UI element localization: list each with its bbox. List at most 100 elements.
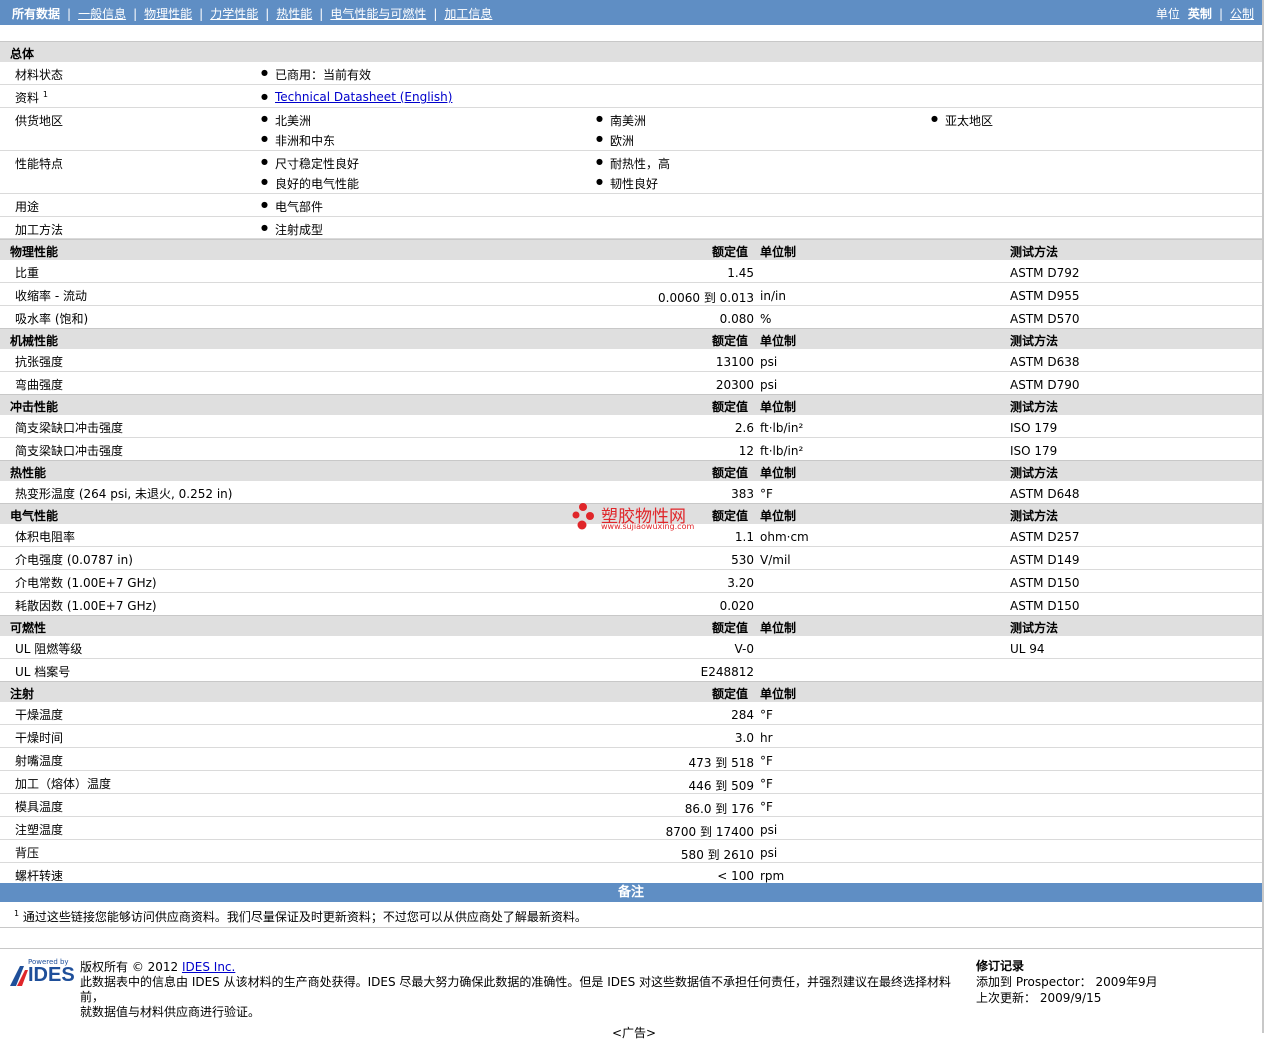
status-value: 已商用：当前有效: [261, 66, 371, 83]
header-value: 额定值: [712, 621, 749, 635]
top-nav-bar: 所有数据 | 一般信息 | 物理性能 | 力学性能 | 热性能 | 电气性能与可燃性 | 加工信息 单位…: [0, 0, 1262, 25]
feature-item: 良好的电气性能: [261, 175, 359, 192]
property-method: ASTM D638: [1010, 355, 1080, 369]
row-features: 性能特点 尺寸稳定性良好 耐热性，高 良好的电气性能 韧性良好: [0, 151, 1262, 194]
header-unit: 单位制: [760, 687, 797, 701]
section-title: 总体: [10, 47, 35, 61]
section-nav: 所有数据 | 一般信息 | 物理性能 | 力学性能 | 热性能 | 电气性能与可燃性 | 加工信息: [12, 7, 493, 21]
property-row: 简支梁缺口冲击强度 2.6 ft·lb/in² ISO 179: [0, 415, 1262, 438]
section-title: 注射: [10, 687, 35, 701]
property-label: 螺杆转速: [15, 869, 64, 883]
ides-logo: Powered by IDES: [8, 958, 75, 988]
property-value: 0.080: [719, 312, 754, 326]
use-item: 电气部件: [261, 198, 323, 215]
header-value: 额定值: [712, 245, 749, 259]
header-method: 测试方法: [1010, 245, 1059, 259]
property-method: ASTM D792: [1010, 266, 1080, 280]
nav-physical[interactable]: 物理性能: [144, 7, 192, 21]
property-value: 20300: [715, 378, 754, 392]
feature-item: 耐热性，高: [596, 155, 670, 172]
property-label: 抗张强度: [15, 355, 64, 369]
nav-all-data[interactable]: 所有数据: [12, 7, 60, 21]
nav-electrical[interactable]: 电气性能与可燃性: [330, 7, 426, 21]
disclaimer-line: 此数据表中的信息由 IDES 从该材料的生产商处获得。IDES 尽最大努力确保此…: [80, 975, 952, 1004]
revision-added: 添加到 Prospector： 2009年9月: [976, 975, 1158, 989]
header-method: 测试方法: [1010, 466, 1059, 480]
section-header-injection: 注射 额定值 单位制: [0, 681, 1262, 702]
source-item: Technical Datasheet (English): [261, 90, 452, 104]
row-label: 性能特点: [15, 157, 64, 171]
property-label: 干燥温度: [15, 708, 64, 722]
property-label: 加工（熔体）温度: [15, 777, 112, 791]
watermark: 塑胶物性网 www.sujiaowuxing.com: [571, 502, 701, 534]
row-supply-region: 供货地区 北美洲 南美洲 亚太地区 非洲和中东 欧洲: [0, 108, 1262, 151]
property-unit: ft·lb/in²: [760, 444, 804, 458]
revision-title: 修订记录: [976, 959, 1025, 973]
property-label: 弯曲强度: [15, 378, 64, 392]
property-value: 446 到 509: [688, 779, 754, 793]
property-row: 模具温度 86.0 到 176 °F: [0, 794, 1262, 817]
header-unit: 单位制: [760, 245, 797, 259]
section-title: 可燃性: [10, 621, 47, 635]
header-unit: 单位制: [760, 400, 797, 414]
property-method: ISO 179: [1010, 421, 1058, 435]
property-method: ASTM D150: [1010, 599, 1080, 613]
property-row: 比重 1.45 ASTM D792: [0, 260, 1262, 283]
property-row: 射嘴温度 473 到 518 °F: [0, 748, 1262, 771]
property-value: 530: [731, 553, 754, 567]
nav-mechanical[interactable]: 力学性能: [210, 7, 258, 21]
section-header-thermal: 热性能 额定值 单位制 测试方法: [0, 460, 1262, 481]
feature-item: 韧性良好: [596, 175, 658, 192]
nav-general-info[interactable]: 一般信息: [78, 7, 126, 21]
property-value: E248812: [700, 665, 754, 679]
property-value: 1.1: [734, 530, 754, 544]
footnote: 1 通过这些链接您能够访问供应商资料。我们尽量保证及时更新资料；不过您可以从供应…: [14, 909, 587, 924]
notes-header: 备注: [0, 883, 1262, 902]
property-label: 热变形温度 (264 psi, 未退火, 0.252 in): [15, 487, 233, 501]
header-value: 额定值: [712, 466, 749, 480]
units-label: 单位: [1155, 7, 1180, 21]
header-unit: 单位制: [760, 621, 797, 635]
property-row: 简支梁缺口冲击强度 12 ft·lb/in² ISO 179: [0, 438, 1262, 461]
property-row: 抗张强度 13100 psi ASTM D638: [0, 349, 1262, 372]
section-header-general: 总体: [0, 41, 1262, 62]
section-title: 机械性能: [10, 334, 59, 348]
property-label: 比重: [15, 266, 40, 280]
property-unit: psi: [760, 378, 778, 392]
property-label: 模具温度: [15, 800, 64, 814]
property-method: ASTM D570: [1010, 312, 1080, 326]
header-value: 额定值: [712, 334, 749, 348]
property-row: 耗散因数 (1.00E+7 GHz) 0.020 ASTM D150: [0, 593, 1262, 616]
property-unit: °F: [760, 754, 773, 768]
section-header-physical: 物理性能 额定值 单位制 测试方法: [0, 239, 1262, 260]
section-header-mechanical: 机械性能 额定值 单位制 测试方法: [0, 328, 1262, 349]
nav-thermal[interactable]: 热性能: [276, 7, 312, 21]
property-label: 体积电阻率: [15, 530, 76, 544]
header-value: 额定值: [712, 687, 749, 701]
technical-datasheet-link[interactable]: Technical Datasheet (English): [275, 90, 452, 104]
property-value: 473 到 518: [688, 756, 754, 770]
property-value: V-0: [734, 642, 754, 656]
nav-processing[interactable]: 加工信息: [444, 7, 492, 21]
ides-inc-link[interactable]: IDES Inc.: [182, 960, 235, 974]
property-label: 注塑温度: [15, 823, 64, 837]
property-row: 收缩率 - 流动 0.0060 到 0.013 in/in ASTM D955: [0, 283, 1262, 306]
property-unit: ohm·cm: [760, 530, 809, 544]
property-value: 383: [731, 487, 754, 501]
revision-updated: 上次更新： 2009/9/15: [976, 991, 1102, 1005]
row-label: 加工方法: [15, 223, 64, 237]
property-unit: °F: [760, 487, 773, 501]
property-unit: °F: [760, 800, 773, 814]
property-label: 吸水率 (饱和): [15, 312, 89, 326]
property-value: 0.0060 到 0.013: [658, 291, 754, 305]
unit-metric[interactable]: 公制: [1230, 7, 1254, 21]
copyright-text: 版权所有 © 2012: [80, 960, 182, 974]
divider: [0, 927, 1262, 928]
section-title: 热性能: [10, 466, 47, 480]
disclaimer-line: 就数据值与材料供应商进行验证。: [80, 1005, 261, 1019]
watermark-dots-icon: [572, 503, 594, 530]
property-row: UL 阻燃等级 V-0 UL 94: [0, 636, 1262, 659]
property-label: 介电常数 (1.00E+7 GHz): [15, 576, 157, 590]
property-method: ASTM D790: [1010, 378, 1080, 392]
unit-english[interactable]: 英制: [1188, 7, 1212, 21]
